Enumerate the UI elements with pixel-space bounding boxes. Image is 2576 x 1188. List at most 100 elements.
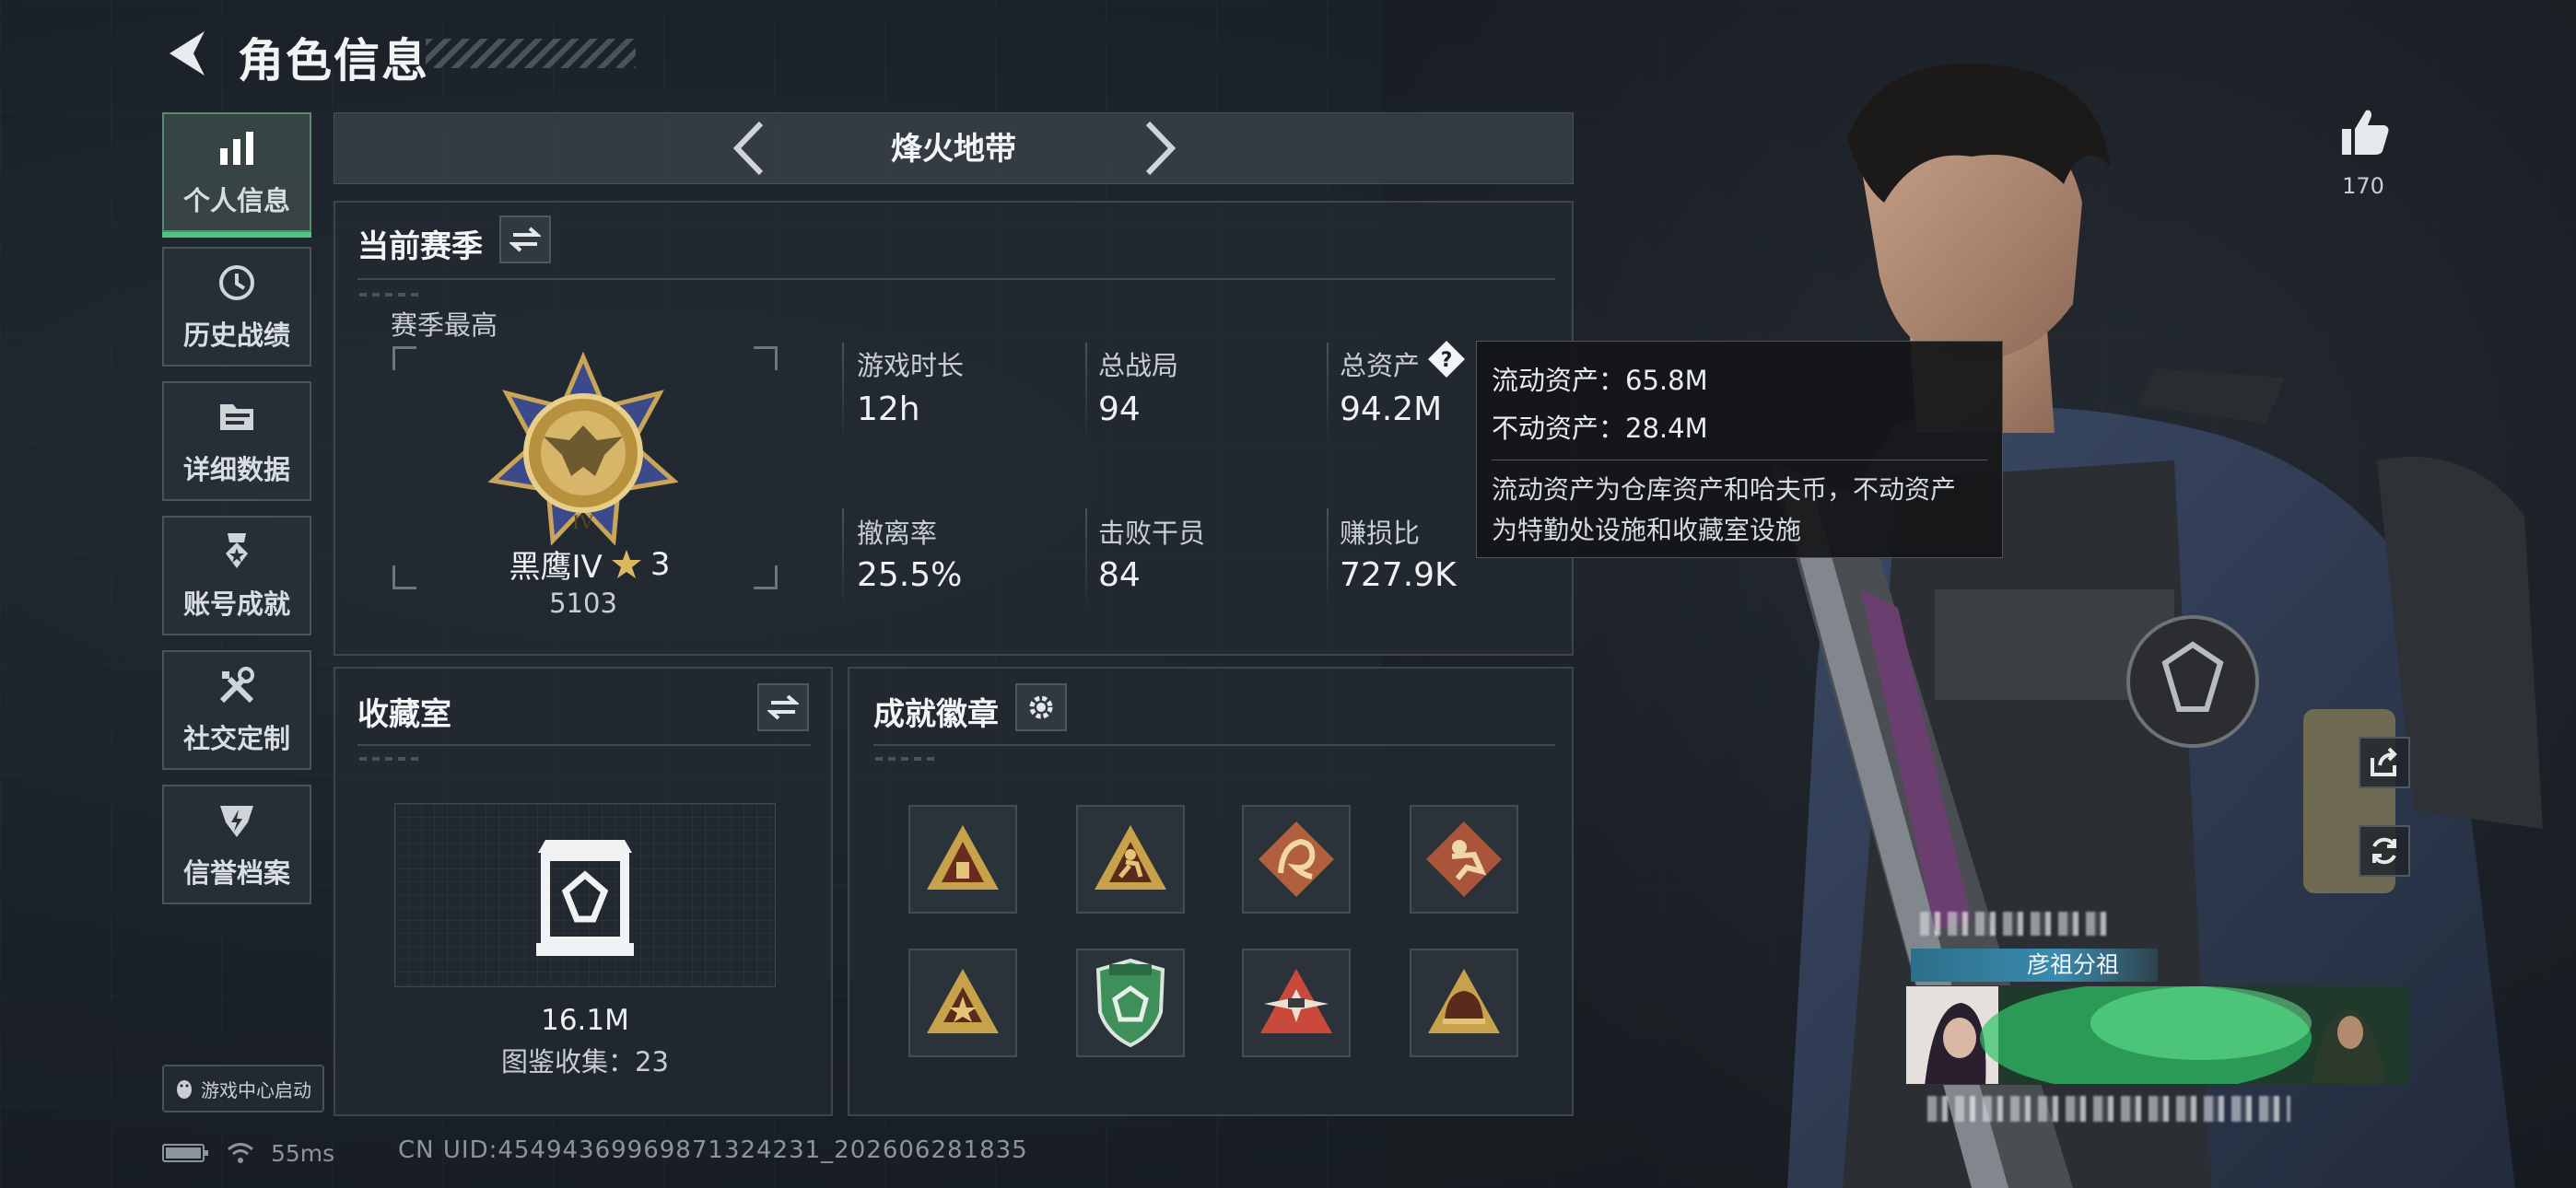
blurred-player-info — [1927, 1096, 2290, 1122]
swap-arrows-icon — [767, 694, 799, 720]
stat-label-total-matches: 总战局 — [1098, 350, 1179, 381]
stat-value-kills: 84 — [1098, 556, 1141, 594]
divider — [873, 744, 1555, 746]
blurred-player-tag — [1920, 912, 2113, 936]
tooltip-liquid-assets: 流动资产：65.8M — [1492, 365, 1708, 396]
battery-icon — [162, 1144, 208, 1162]
decoration — [359, 293, 424, 297]
penguin-icon — [177, 1080, 192, 1099]
tooltip-description-line2: 为特勤处设施和收藏室设施 — [1492, 515, 1802, 545]
helmet-badge-icon — [1428, 969, 1500, 1033]
season-best-label: 赛季最高 — [391, 309, 498, 341]
refresh-icon — [2372, 837, 2396, 865]
badge-slot[interactable] — [1076, 949, 1185, 1057]
sidebar-item-detailed-data[interactable]: 详细数据 — [162, 381, 311, 501]
stat-separator — [1085, 508, 1087, 610]
rank-emblem-icon: IV — [485, 351, 682, 549]
tooltip-fixed-assets: 不动资产：28.4M — [1492, 413, 1708, 444]
assets-help-button[interactable]: ? — [1426, 339, 1467, 379]
stat-separator — [1327, 343, 1329, 444]
decoration — [359, 757, 424, 761]
rank-stars: 3 — [650, 545, 671, 583]
sidebar-item-label: 账号成就 — [182, 588, 290, 620]
sidebar-item-label: 社交定制 — [182, 723, 290, 754]
badges-settings-button[interactable] — [1015, 683, 1067, 731]
like-button[interactable] — [2336, 105, 2392, 160]
game-center-launch-button[interactable]: 游戏中心启动 — [162, 1065, 324, 1112]
badge-slot[interactable] — [1242, 949, 1351, 1057]
vault-switch-button[interactable] — [757, 683, 809, 731]
player-card-banner[interactable] — [1905, 985, 2410, 1085]
ping-value: 55ms — [271, 1139, 335, 1167]
swap-arrows-icon — [509, 227, 541, 252]
sidebar-item-social-custom[interactable]: 社交定制 — [162, 650, 311, 770]
stat-separator — [1327, 508, 1329, 610]
stat-label-extraction-rate: 撤离率 — [857, 518, 938, 549]
vault-title: 收藏室 — [357, 696, 451, 733]
player-card-name: 彦祖分祖 — [1911, 949, 2158, 982]
game-center-label: 游戏中心启动 — [201, 1078, 311, 1101]
badge-slot[interactable] — [1410, 949, 1518, 1057]
divider — [357, 278, 1555, 280]
like-count: 170 — [2342, 173, 2384, 199]
divider — [357, 744, 811, 746]
title-decoration — [426, 39, 636, 68]
back-button[interactable] — [164, 28, 210, 79]
gear-icon — [1029, 695, 1053, 719]
bar-chart-icon — [215, 126, 259, 170]
status-bar: 55ms — [162, 1136, 334, 1170]
question-diamond-icon: ? — [1428, 341, 1465, 378]
stat-value-profit-ratio: 727.9K — [1340, 556, 1457, 594]
tooltip-description-line1: 流动资产为仓库资产和哈夫币，不动资产 — [1492, 474, 1957, 505]
achievement-medal-icon — [215, 530, 259, 574]
triangle-star-badge-icon — [927, 969, 999, 1033]
badge-slot[interactable] — [908, 805, 1017, 914]
sidebar-item-history[interactable]: 历史战绩 — [162, 247, 311, 367]
wifi-icon — [228, 1143, 253, 1163]
user-uid: CN UID:4549436996987132423​1_20260628183… — [398, 1136, 1028, 1164]
badges-title: 成就徽章 — [873, 696, 999, 733]
history-clock-icon — [215, 261, 259, 305]
pyramid-badge-icon — [927, 825, 999, 890]
badge-slot[interactable] — [908, 949, 1017, 1057]
badge-slot[interactable] — [1076, 805, 1185, 914]
stat-separator — [842, 508, 844, 610]
sidebar-item-achievements[interactable]: 账号成就 — [162, 516, 311, 635]
badge-slot[interactable] — [1410, 805, 1518, 914]
stat-label-playtime: 游戏时长 — [857, 350, 965, 381]
refresh-button[interactable] — [2359, 825, 2410, 877]
season-switch-button[interactable] — [499, 215, 551, 263]
soldier-badge-icon — [1426, 821, 1502, 897]
runner-badge-icon — [1095, 825, 1166, 890]
stat-value-total-matches: 94 — [1098, 390, 1141, 428]
thumbs-up-icon — [2342, 110, 2389, 155]
sidebar-item-personal-info[interactable]: 个人信息 — [162, 112, 311, 238]
stat-label-profit-ratio: 赚损比 — [1340, 518, 1421, 549]
stat-label-total-assets: 总资产 — [1340, 350, 1421, 381]
vault-display-case-icon — [533, 834, 638, 958]
rank-score: 5103 — [549, 588, 617, 619]
total-assets-tooltip: 流动资产：65.8M 不动资产：28.4M 流动资产为仓库资产和哈夫币，不动资产… — [1476, 341, 2003, 558]
previous-mode-button[interactable] — [728, 118, 770, 179]
svg-text:?: ? — [1441, 349, 1453, 372]
dragon-badge-icon — [1259, 821, 1334, 897]
stat-label-kills: 击败干员 — [1098, 518, 1206, 549]
next-mode-button[interactable] — [1139, 118, 1181, 179]
page-title: 角色信息 — [238, 34, 429, 87]
sidebar-item-label: 详细数据 — [182, 454, 290, 485]
share-button[interactable] — [2359, 737, 2410, 788]
decoration — [875, 757, 940, 761]
vault-collection-count: 图鉴收集：23 — [501, 1046, 669, 1077]
sidebar-item-credit-file[interactable]: 信誉档案 — [162, 785, 311, 904]
vault-value: 16.1M — [541, 1004, 629, 1037]
rank-info: 黑鹰IV 3 — [498, 542, 682, 587]
chevron-left-icon — [732, 121, 764, 176]
credit-badge-icon — [215, 798, 259, 843]
mode-name: 烽火地带 — [891, 131, 1016, 168]
green-shield-badge-icon — [1095, 958, 1165, 1048]
badge-slot[interactable] — [1242, 805, 1351, 914]
sidebar-item-label: 历史战绩 — [182, 320, 290, 351]
stat-value-total-assets: 94.2M — [1340, 390, 1443, 428]
rank-name: 黑鹰IV — [509, 549, 603, 586]
red-winged-badge-icon — [1260, 969, 1332, 1033]
